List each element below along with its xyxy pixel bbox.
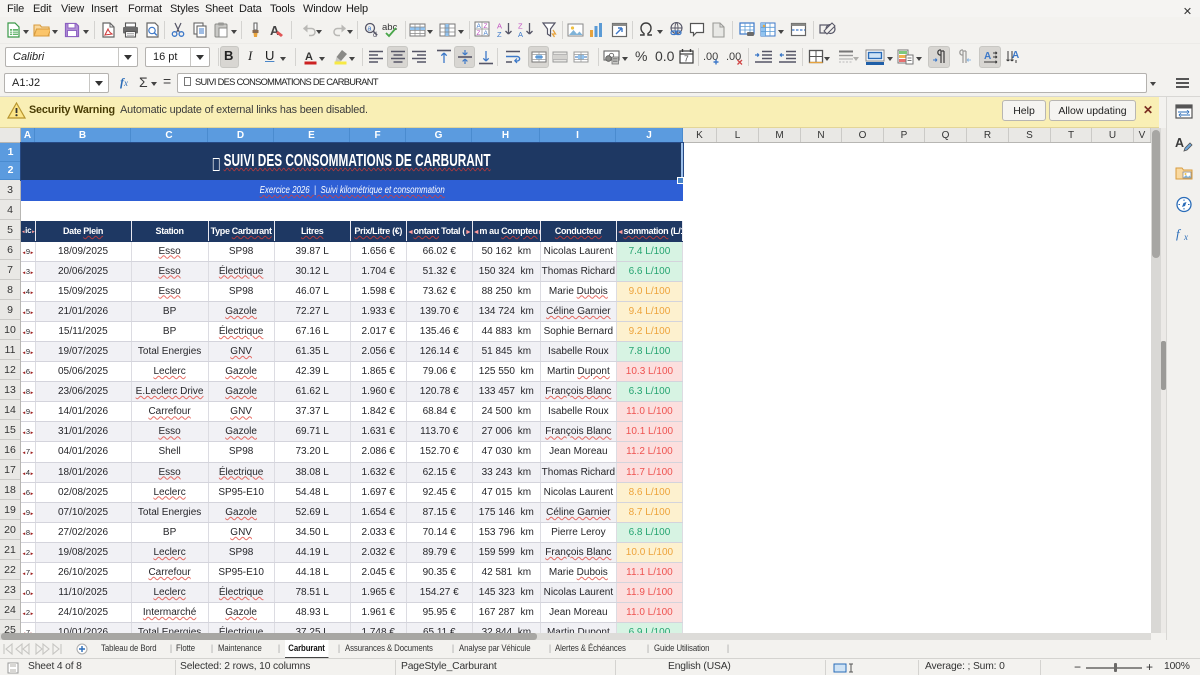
svg-text:A: A [477, 23, 482, 30]
svg-text:a: a [368, 26, 372, 33]
svg-text:x: x [1183, 232, 1188, 242]
svg-text:Z: Z [484, 23, 488, 30]
svg-text:A: A [484, 30, 489, 37]
svg-text:A: A [305, 51, 313, 63]
svg-text:f: f [1176, 226, 1182, 241]
svg-text:7: 7 [684, 54, 689, 64]
svg-text:A: A [984, 51, 991, 62]
svg-text:Z: Z [497, 30, 502, 38]
svg-text:A: A [270, 23, 280, 38]
svg-text:A: A [1175, 136, 1184, 150]
svg-text:abc: abc [382, 22, 398, 33]
svg-text:d: d [373, 32, 377, 38]
svg-text:Z: Z [477, 30, 481, 37]
svg-text:A: A [518, 30, 523, 38]
